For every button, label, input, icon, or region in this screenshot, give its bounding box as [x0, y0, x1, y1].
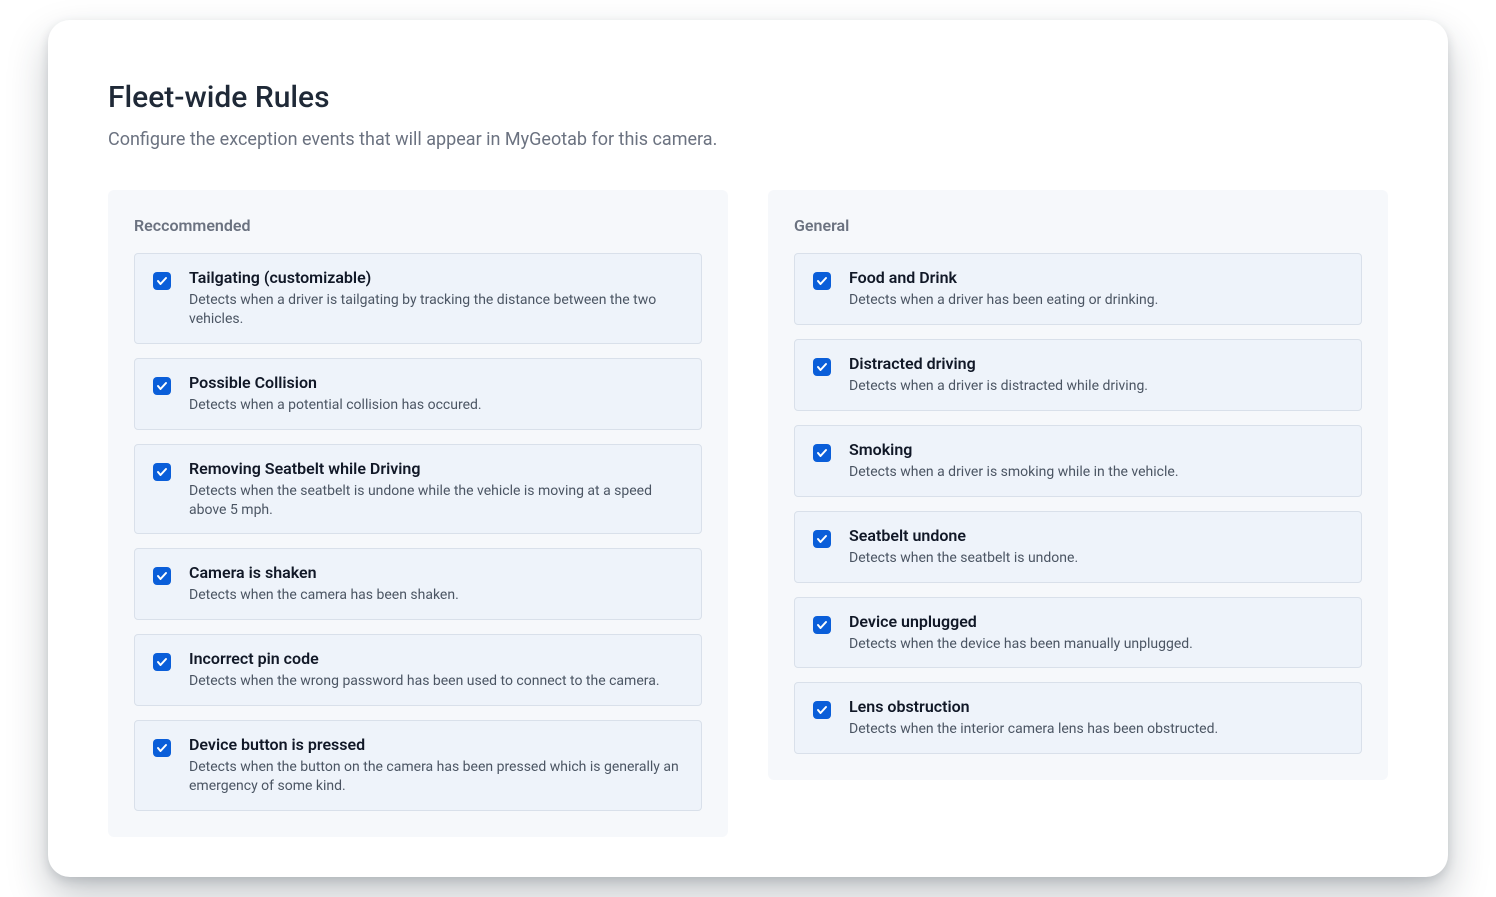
rule-checkbox[interactable] [153, 739, 171, 757]
check-icon [816, 361, 828, 373]
rule-description: Detects when the wrong password has been… [189, 672, 683, 691]
rule-title: Possible Collision [189, 373, 683, 392]
rule-title: Smoking [849, 440, 1343, 459]
rule-checkbox[interactable] [813, 701, 831, 719]
rule-title: Device unplugged [849, 612, 1343, 631]
fleet-rules-panel: Fleet-wide Rules Configure the exception… [48, 20, 1448, 877]
rule-description: Detects when the device has been manuall… [849, 635, 1343, 654]
section-title: General [794, 216, 1362, 235]
rule-row[interactable]: Camera is shaken Detects when the camera … [134, 548, 702, 620]
rule-description: Detects when a potential collision has o… [189, 396, 683, 415]
page-subtitle: Configure the exception events that will… [108, 129, 1388, 150]
check-icon [816, 275, 828, 287]
rule-title: Camera is shaken [189, 563, 683, 582]
rule-text: Food and Drink Detects when a driver has … [849, 268, 1343, 310]
rule-description: Detects when the interior camera lens ha… [849, 720, 1343, 739]
rule-title: Removing Seatbelt while Driving [189, 459, 683, 478]
check-icon [816, 704, 828, 716]
rule-title: Food and Drink [849, 268, 1343, 287]
rule-title: Distracted driving [849, 354, 1343, 373]
rule-row[interactable]: Food and Drink Detects when a driver has … [794, 253, 1362, 325]
rule-description: Detects when a driver has been eating or… [849, 291, 1343, 310]
check-icon [156, 380, 168, 392]
rule-row[interactable]: Device unplugged Detects when the device … [794, 597, 1362, 669]
rule-text: Distracted driving Detects when a driver … [849, 354, 1343, 396]
section-title: Reccommended [134, 216, 702, 235]
rule-checkbox[interactable] [153, 377, 171, 395]
rule-text: Removing Seatbelt while Driving Detects w… [189, 459, 683, 520]
rule-checkbox[interactable] [153, 653, 171, 671]
check-icon [156, 275, 168, 287]
rule-row[interactable]: Lens obstruction Detects when the interio… [794, 682, 1362, 754]
check-icon [156, 466, 168, 478]
check-icon [816, 447, 828, 459]
rule-row[interactable]: Removing Seatbelt while Driving Detects w… [134, 444, 702, 535]
rule-text: Incorrect pin code Detects when the wrong… [189, 649, 683, 691]
rules-section: General Food and Drink Detects when a driv… [768, 190, 1388, 780]
rule-checkbox[interactable] [153, 463, 171, 481]
rule-text: Seatbelt undone Detects when the seatbelt… [849, 526, 1343, 568]
rule-row[interactable]: Possible Collision Detects when a potenti… [134, 358, 702, 430]
rule-description: Detects when a driver is distracted whil… [849, 377, 1343, 396]
rule-text: Smoking Detects when a driver is smoking … [849, 440, 1343, 482]
sections-row: Reccommended Tailgating (customizable) Det… [108, 190, 1388, 837]
rule-description: Detects when the seatbelt is undone. [849, 549, 1343, 568]
rules-section: Reccommended Tailgating (customizable) Det… [108, 190, 728, 837]
check-icon [156, 570, 168, 582]
rule-text: Lens obstruction Detects when the interio… [849, 697, 1343, 739]
rule-row[interactable]: Seatbelt undone Detects when the seatbelt… [794, 511, 1362, 583]
rule-row[interactable]: Smoking Detects when a driver is smoking … [794, 425, 1362, 497]
rule-title: Lens obstruction [849, 697, 1343, 716]
rule-text: Possible Collision Detects when a potenti… [189, 373, 683, 415]
page-title: Fleet-wide Rules [108, 80, 1388, 115]
rule-checkbox[interactable] [813, 444, 831, 462]
check-icon [816, 533, 828, 545]
rule-description: Detects when the camera has been shaken. [189, 586, 683, 605]
rule-row[interactable]: Distracted driving Detects when a driver … [794, 339, 1362, 411]
rule-text: Camera is shaken Detects when the camera … [189, 563, 683, 605]
rule-description: Detects when a driver is tailgating by t… [189, 291, 683, 329]
rule-description: Detects when the seatbelt is undone whil… [189, 482, 683, 520]
rule-checkbox[interactable] [153, 567, 171, 585]
rule-checkbox[interactable] [813, 530, 831, 548]
rule-title: Incorrect pin code [189, 649, 683, 668]
rule-title: Tailgating (customizable) [189, 268, 683, 287]
rule-description: Detects when a driver is smoking while i… [849, 463, 1343, 482]
rule-title: Seatbelt undone [849, 526, 1343, 545]
rule-text: Device unplugged Detects when the device … [849, 612, 1343, 654]
rule-title: Device button is pressed [189, 735, 683, 754]
rule-row[interactable]: Incorrect pin code Detects when the wrong… [134, 634, 702, 706]
rule-text: Device button is pressed Detects when the… [189, 735, 683, 796]
rule-checkbox[interactable] [153, 272, 171, 290]
rule-text: Tailgating (customizable) Detects when a … [189, 268, 683, 329]
rule-checkbox[interactable] [813, 616, 831, 634]
check-icon [156, 656, 168, 668]
rule-checkbox[interactable] [813, 272, 831, 290]
check-icon [156, 742, 168, 754]
rule-row[interactable]: Tailgating (customizable) Detects when a … [134, 253, 702, 344]
rule-checkbox[interactable] [813, 358, 831, 376]
check-icon [816, 619, 828, 631]
rule-description: Detects when the button on the camera ha… [189, 758, 683, 796]
rule-row[interactable]: Device button is pressed Detects when the… [134, 720, 702, 811]
